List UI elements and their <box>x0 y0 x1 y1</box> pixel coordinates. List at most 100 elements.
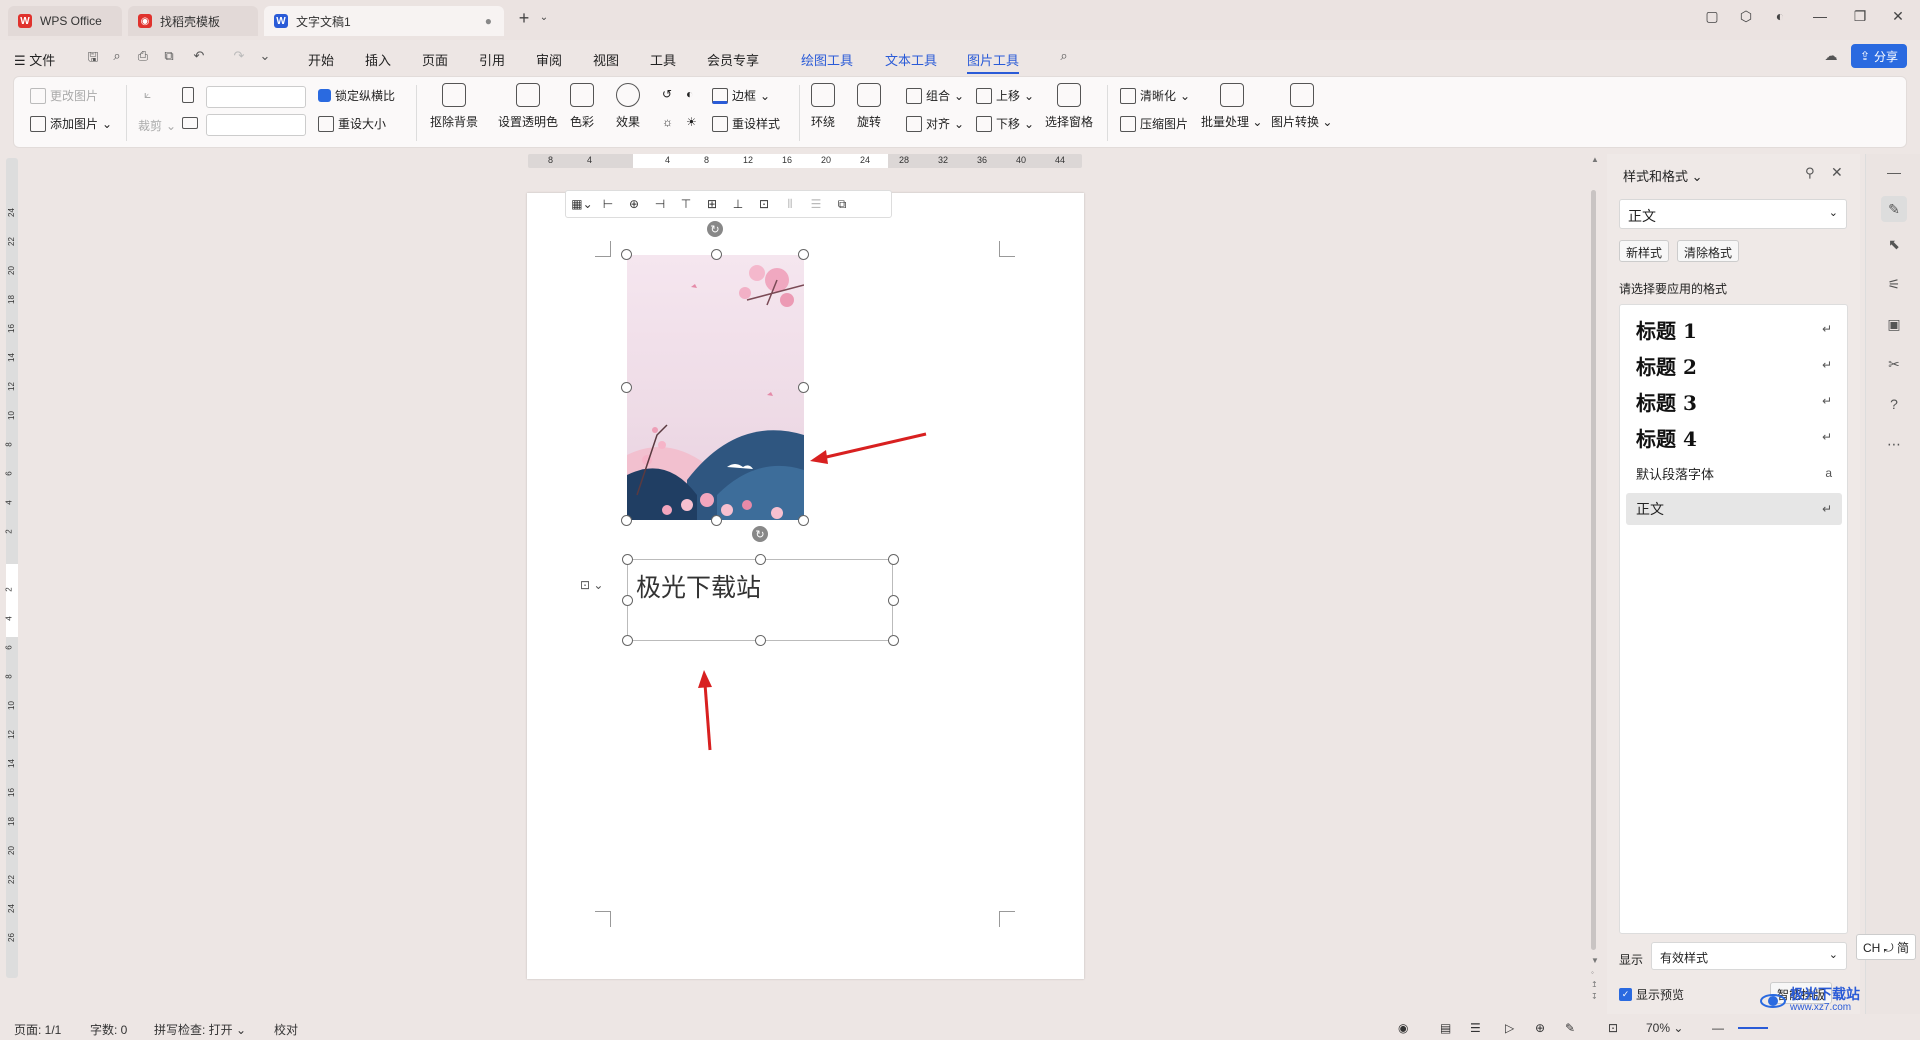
proofread[interactable]: 校对 <box>274 1021 298 1038</box>
resize-handle[interactable] <box>622 595 633 606</box>
width-input[interactable] <box>206 114 306 136</box>
align-top-icon[interactable]: ⊤ <box>676 196 696 212</box>
window-layout-icon[interactable]: ▢ <box>1700 8 1724 25</box>
menu-drawing-tools[interactable]: 绘图工具 <box>801 50 853 69</box>
spell-check[interactable]: 拼写检查: 打开 ⌄ <box>154 1021 246 1038</box>
align-right-icon[interactable]: ⊣ <box>650 196 670 212</box>
web-view-icon[interactable]: ⊕ <box>1535 1021 1545 1035</box>
rotate-button[interactable]: 旋转 <box>857 83 881 130</box>
file-menu[interactable]: ☰ 文件 <box>14 50 55 69</box>
tab-wps-office[interactable]: W WPS Office <box>8 6 122 36</box>
selection-pane-button[interactable]: 选择窗格 <box>1045 83 1093 130</box>
distribute-icon[interactable]: ⊡ <box>754 196 774 212</box>
group-objects-icon[interactable]: ⧉ <box>832 196 852 212</box>
more-icon[interactable]: ⋯ <box>1884 436 1904 456</box>
send-backward-button[interactable]: 下移 ⌄ <box>976 115 1034 132</box>
collapse-icon[interactable]: — <box>1884 164 1904 184</box>
wrap-button[interactable]: 环绕 <box>811 83 835 130</box>
bring-forward-button[interactable]: 上移 ⌄ <box>976 87 1034 104</box>
sharpen-button[interactable]: 清晰化 ⌄ <box>1120 87 1190 104</box>
print-icon[interactable]: ⎙ <box>134 48 152 66</box>
resize-handle[interactable] <box>621 382 632 393</box>
text-box[interactable]: 极光下载站 <box>627 559 893 641</box>
search-icon[interactable]: ⌕ <box>1055 48 1073 66</box>
align-left-icon[interactable]: ⊢ <box>598 196 618 212</box>
undo-icon[interactable]: ↶ <box>190 48 208 66</box>
lock-aspect-checkbox[interactable]: 锁定纵横比 <box>318 87 395 104</box>
style-item-heading-4[interactable]: 标题 4 ↵ <box>1626 421 1842 453</box>
remove-background-button[interactable]: 抠除背景 <box>430 83 478 130</box>
clear-format-button[interactable]: 清除格式 <box>1677 240 1740 262</box>
textbox-text[interactable]: 极光下载站 <box>636 568 761 604</box>
resize-handle[interactable] <box>888 554 899 565</box>
inserted-picture[interactable] <box>627 255 804 520</box>
brightness-down-icon[interactable]: ☀ <box>686 115 697 129</box>
resize-handle[interactable] <box>621 515 632 526</box>
resize-handle[interactable] <box>711 249 722 260</box>
zoom-slider[interactable] <box>1738 1027 1768 1029</box>
effect-button[interactable]: 效果 <box>616 83 640 130</box>
crop-button[interactable]: 裁剪 ⌄ <box>138 117 176 134</box>
compress-button[interactable]: 压缩图片 <box>1120 115 1188 132</box>
align-button[interactable]: 对齐 ⌄ <box>906 115 964 132</box>
play-icon[interactable]: ▷ <box>1505 1021 1514 1035</box>
batch-button[interactable]: 批量处理 ⌄ <box>1201 83 1262 130</box>
resize-handle[interactable] <box>888 635 899 646</box>
panel-title[interactable]: 样式和格式 ⌄ <box>1623 166 1703 185</box>
avatar[interactable]: ◐ <box>1768 8 1792 24</box>
rotate-left-icon[interactable]: ↺ <box>662 87 672 101</box>
change-picture-button[interactable]: 更改图片 <box>30 87 98 104</box>
help-icon[interactable]: ? <box>1884 396 1904 416</box>
resize-handle[interactable] <box>711 515 722 526</box>
ime-indicator[interactable]: CH ⤾ 简 <box>1856 934 1916 960</box>
new-style-button[interactable]: 新样式 <box>1619 240 1670 262</box>
tab-list-chevron-icon[interactable]: ⌄ <box>532 12 556 23</box>
pin-icon[interactable]: ⚲ <box>1805 165 1815 181</box>
style-item-default-font[interactable]: 默认段落字体 a <box>1626 457 1842 489</box>
outline-view-icon[interactable]: ☰ <box>1470 1021 1481 1035</box>
menu-text-tools[interactable]: 文本工具 <box>885 50 937 69</box>
border-button[interactable]: 边框 ⌄ <box>712 87 770 104</box>
brightness-up-icon[interactable]: ☼ <box>662 115 673 129</box>
resize-handle[interactable] <box>755 554 766 565</box>
contrast-icon[interactable]: ◐ <box>686 87 693 101</box>
color-button[interactable]: 色彩 <box>570 83 594 130</box>
pen-icon[interactable]: ✎ <box>1565 1021 1575 1035</box>
align-middle-icon[interactable]: ⊞ <box>702 196 722 212</box>
textbox-rotate-handle-icon[interactable]: ↻ <box>752 526 768 542</box>
resize-handle[interactable] <box>798 382 809 393</box>
textbox-layout-option-icon[interactable]: ⊡ ⌄ <box>580 576 614 594</box>
restore-icon[interactable]: ❐ <box>1848 8 1872 25</box>
menu-start[interactable]: 开始 <box>308 50 334 69</box>
align-center-icon[interactable]: ⊕ <box>624 196 644 212</box>
reset-size-button[interactable]: 重设大小 <box>318 115 386 132</box>
menu-member[interactable]: 会员专享 <box>707 50 759 69</box>
style-item-heading-1[interactable]: 标题 1 ↵ <box>1626 313 1842 345</box>
minimize-icon[interactable]: — <box>1808 8 1832 24</box>
resize-handle[interactable] <box>798 249 809 260</box>
close-window-icon[interactable]: ✕ <box>1886 8 1910 25</box>
menu-insert[interactable]: 插入 <box>365 50 391 69</box>
fit-page-icon[interactable]: ⊡ <box>1608 1021 1618 1035</box>
add-picture-button[interactable]: 添加图片 ⌄ <box>30 115 112 132</box>
menu-picture-tools[interactable]: 图片工具 <box>967 50 1020 74</box>
show-styles-select[interactable]: 有效样式 ⌄ <box>1651 942 1847 970</box>
resize-handle[interactable] <box>888 595 899 606</box>
style-item-heading-3[interactable]: 标题 3 ↵ <box>1626 385 1842 417</box>
layout-options-icon[interactable]: ▦⌄ <box>571 196 592 212</box>
resize-handle[interactable] <box>755 635 766 646</box>
close-panel-icon[interactable]: ✕ <box>1831 164 1843 181</box>
current-style-select[interactable]: 正文 ⌄ <box>1619 199 1847 229</box>
cloud-icon[interactable]: ☁ <box>1822 48 1840 66</box>
cube-icon[interactable]: ⬡ <box>1734 8 1758 25</box>
page-view-icon[interactable]: ▤ <box>1440 1021 1451 1035</box>
resize-handle[interactable] <box>621 249 632 260</box>
zoom-out-icon[interactable]: — <box>1712 1021 1724 1035</box>
style-brush-icon[interactable]: ✎ <box>1881 196 1907 222</box>
scrollbar-thumb[interactable] <box>1591 190 1596 950</box>
page-count[interactable]: 页面: 1/1 <box>14 1021 61 1038</box>
menu-tools[interactable]: 工具 <box>650 50 676 69</box>
menu-page[interactable]: 页面 <box>422 50 448 69</box>
resize-handle[interactable] <box>622 554 633 565</box>
menu-view[interactable]: 视图 <box>593 50 619 69</box>
